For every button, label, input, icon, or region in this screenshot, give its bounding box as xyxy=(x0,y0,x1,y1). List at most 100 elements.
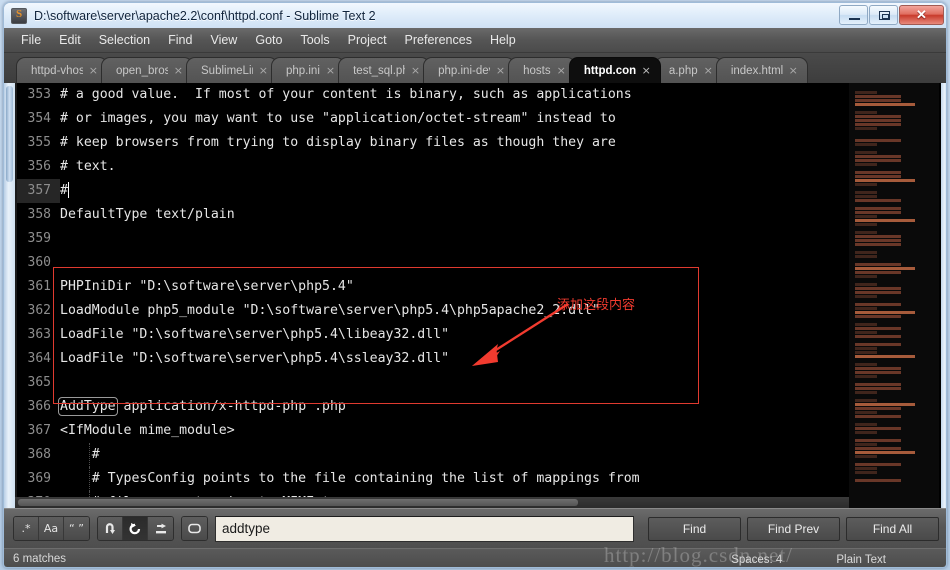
line-number: 365 xyxy=(17,371,60,395)
vertical-scrollbar[interactable] xyxy=(941,83,947,508)
code-line[interactable]: 359 xyxy=(17,227,849,251)
minimap-line xyxy=(855,127,877,130)
code-line[interactable]: 354# or images, you may want to use "app… xyxy=(17,107,849,131)
menu-item-view[interactable]: View xyxy=(201,30,246,50)
minimize-button[interactable] xyxy=(839,5,868,25)
minimap-line xyxy=(855,283,877,286)
tab-close-icon[interactable]: × xyxy=(557,64,566,77)
tab-close-icon[interactable]: × xyxy=(174,64,183,77)
tab-sublimelinte[interactable]: SublimeLinte× xyxy=(186,57,278,83)
in-selection-toggle[interactable] xyxy=(123,517,148,540)
code-line[interactable]: 367<IfModule mime_module> xyxy=(17,419,849,443)
tab-close-icon[interactable]: × xyxy=(89,64,98,77)
tab-php-ini[interactable]: php.ini× xyxy=(271,57,345,83)
code-line[interactable]: 368 # xyxy=(17,443,849,467)
search-input[interactable] xyxy=(215,516,634,542)
menu-item-help[interactable]: Help xyxy=(481,30,525,50)
find-prev-button[interactable]: Find Prev xyxy=(747,517,840,541)
tab-close-icon[interactable]: × xyxy=(259,64,268,77)
menu-item-tools[interactable]: Tools xyxy=(291,30,338,50)
menu-bar: FileEditSelectionFindViewGotoToolsProjec… xyxy=(4,28,947,53)
code-lines[interactable]: 353# a good value. If most of your conte… xyxy=(17,83,849,508)
left-scrollbar-thumb[interactable] xyxy=(6,86,13,182)
menu-item-project[interactable]: Project xyxy=(339,30,396,50)
tab-hosts[interactable]: hosts× xyxy=(508,57,576,83)
code-text: # xyxy=(60,443,100,467)
code-line[interactable]: 357# xyxy=(17,179,849,203)
horizontal-scrollbar-thumb[interactable] xyxy=(18,499,578,506)
menu-item-selection[interactable]: Selection xyxy=(90,30,159,50)
minimap-line xyxy=(855,255,877,258)
menu-item-edit[interactable]: Edit xyxy=(50,30,90,50)
code-line[interactable]: 356# text. xyxy=(17,155,849,179)
tab-close-icon[interactable]: × xyxy=(789,64,798,77)
tab-close-icon[interactable]: × xyxy=(496,64,505,77)
editor-area[interactable]: 353# a good value. If most of your conte… xyxy=(4,83,947,508)
code-line[interactable]: 360 xyxy=(17,251,849,275)
code-line[interactable]: 353# a good value. If most of your conte… xyxy=(17,83,849,107)
find-all-button[interactable]: Find All xyxy=(846,517,939,541)
syntax-status[interactable]: Plain Text xyxy=(836,554,886,566)
text-caret xyxy=(68,182,69,198)
whole-word-toggle[interactable]: “ ” xyxy=(64,517,89,540)
code-line[interactable]: 369 # TypesConfig points to the file con… xyxy=(17,467,849,491)
minimap-line xyxy=(855,199,901,202)
maximize-icon xyxy=(879,11,890,20)
tab-open-broswe[interactable]: open_broswe× xyxy=(101,57,193,83)
minimap-line xyxy=(855,115,901,118)
minimap-line xyxy=(855,119,901,122)
line-number: 368 xyxy=(17,443,60,467)
tab-close-icon[interactable]: × xyxy=(326,64,335,77)
minimap-line xyxy=(855,263,901,266)
line-number: 364 xyxy=(17,347,60,371)
code-line[interactable]: 365 xyxy=(17,371,849,395)
minimap-line xyxy=(855,443,877,446)
menu-item-file[interactable]: File xyxy=(12,30,50,50)
highlight-results-toggle[interactable] xyxy=(148,517,173,540)
find-bar: .* Aa “ ” xyxy=(4,508,947,548)
code-line[interactable]: 363LoadFile "D:\software\server\php5.4\l… xyxy=(17,323,849,347)
code-text-rest: application/x-httpd-php .php xyxy=(116,399,346,414)
menu-item-find[interactable]: Find xyxy=(159,30,201,50)
minimap-line xyxy=(855,403,915,406)
code-line[interactable]: 366AddType application/x-httpd-php .php xyxy=(17,395,849,419)
case-sensitive-toggle[interactable]: Aa xyxy=(39,517,64,540)
code-text: DefaultType text/plain xyxy=(60,203,235,227)
indentation-status[interactable]: Spaces: 4 xyxy=(731,554,782,566)
code-line[interactable]: 362LoadModule php5_module "D:\software\s… xyxy=(17,299,849,323)
find-button[interactable]: Find xyxy=(648,517,741,541)
tab-close-icon[interactable]: × xyxy=(411,64,420,77)
code-line[interactable]: 355# keep browsers from trying to displa… xyxy=(17,131,849,155)
tab-close-icon[interactable]: × xyxy=(642,64,651,77)
line-number: 357 xyxy=(17,179,60,203)
minimap-line xyxy=(855,447,901,450)
code-text: LoadModule php5_module "D:\software\serv… xyxy=(60,299,600,323)
tab-bar: httpd-vhosts×open_broswe×SublimeLinte×ph… xyxy=(4,53,947,83)
minimap-line xyxy=(855,95,901,98)
left-scrollbar[interactable] xyxy=(4,83,15,508)
menu-item-goto[interactable]: Goto xyxy=(246,30,291,50)
code-text: # TypesConfig points to the file contain… xyxy=(60,467,640,491)
tab-a-php[interactable]: a.php× xyxy=(654,57,723,83)
line-number: 366 xyxy=(17,395,60,419)
tab-httpd-vhosts[interactable]: httpd-vhosts× xyxy=(16,57,108,83)
minimap[interactable] xyxy=(849,83,939,508)
code-line[interactable]: 358DefaultType text/plain xyxy=(17,203,849,227)
code-line[interactable]: 364LoadFile "D:\software\server\php5.4\s… xyxy=(17,347,849,371)
minimap-line xyxy=(855,431,877,434)
menu-item-preferences[interactable]: Preferences xyxy=(396,30,481,50)
tab-index-html[interactable]: index.html× xyxy=(716,57,808,83)
minimap-line xyxy=(855,103,915,106)
tab-test-sql-php[interactable]: test_sql.php× xyxy=(338,57,430,83)
tab-httpd-conf[interactable]: httpd.conf× xyxy=(569,57,661,83)
preserve-case-toggle[interactable] xyxy=(182,517,207,540)
tab-close-icon[interactable]: × xyxy=(704,64,713,77)
regex-toggle[interactable]: .* xyxy=(14,517,39,540)
close-button[interactable]: ✕ xyxy=(899,5,944,25)
horizontal-scrollbar[interactable] xyxy=(15,497,849,508)
minimap-line xyxy=(855,243,901,246)
code-line[interactable]: 361PHPIniDir "D:\software\server\php5.4" xyxy=(17,275,849,299)
maximize-button[interactable] xyxy=(869,5,898,25)
tab-php-ini-deve[interactable]: php.ini-deve× xyxy=(423,57,515,83)
wrap-toggle[interactable] xyxy=(98,517,123,540)
